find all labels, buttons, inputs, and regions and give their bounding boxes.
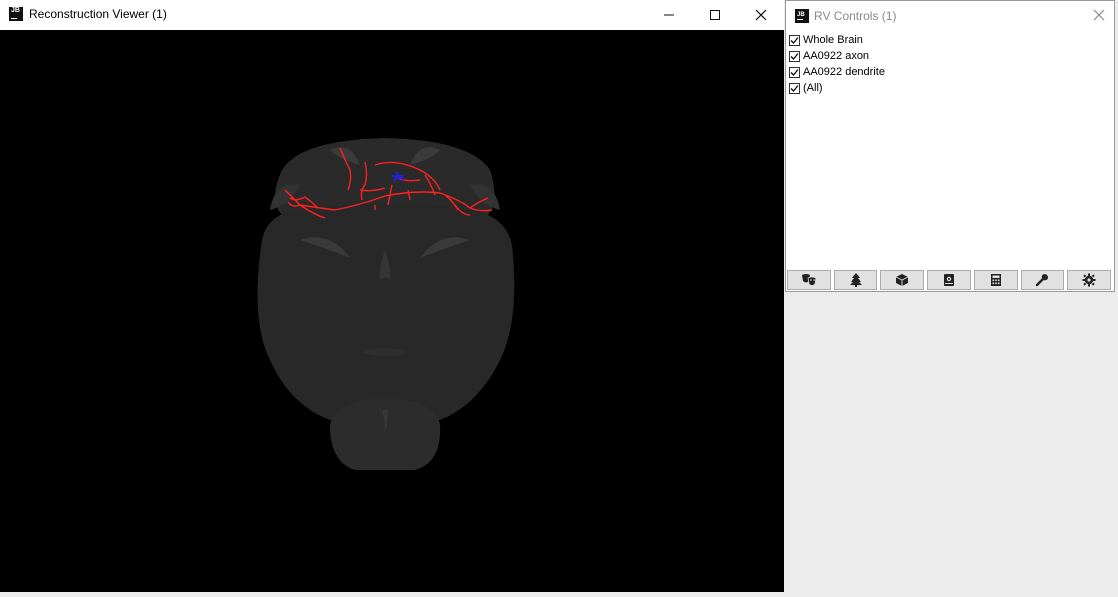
close-button[interactable] bbox=[738, 0, 784, 30]
controls-toolbar bbox=[786, 270, 1114, 292]
checkmark-icon bbox=[790, 84, 799, 92]
checkmark-icon bbox=[790, 52, 799, 60]
close-icon bbox=[755, 9, 767, 21]
tree-icon bbox=[849, 273, 862, 287]
cube-button[interactable] bbox=[880, 270, 925, 290]
cube-icon bbox=[896, 274, 909, 286]
masks-icon bbox=[801, 274, 817, 286]
book-button[interactable] bbox=[927, 270, 971, 290]
window-title: Reconstruction Viewer (1) bbox=[29, 7, 167, 21]
layer-label: (All) bbox=[803, 82, 823, 94]
tree-button[interactable] bbox=[833, 270, 878, 290]
maximize-button[interactable] bbox=[692, 0, 738, 30]
close-button[interactable] bbox=[1093, 8, 1105, 26]
layer-all[interactable]: (All) bbox=[789, 80, 885, 96]
brain-scene[interactable] bbox=[0, 30, 784, 592]
calculator-button[interactable] bbox=[973, 270, 1018, 290]
layer-whole-brain[interactable]: Whole Brain bbox=[789, 32, 885, 48]
layer-label: Whole Brain bbox=[803, 34, 863, 46]
minimize-icon bbox=[664, 14, 674, 16]
wrench-button[interactable] bbox=[1020, 270, 1065, 290]
masks-button[interactable] bbox=[787, 270, 831, 290]
minimize-button[interactable] bbox=[646, 0, 692, 30]
book-icon bbox=[944, 274, 955, 286]
wrench-icon bbox=[1036, 274, 1049, 287]
reconstruction-viewer-window: JB Reconstruction Viewer (1) bbox=[0, 0, 784, 592]
app-icon: JB bbox=[795, 9, 809, 28]
whole-brain-mesh bbox=[257, 138, 515, 470]
layer-axon[interactable]: AA0922 axon bbox=[789, 48, 885, 64]
checkmark-icon bbox=[790, 36, 799, 44]
layer-checklist: Whole Brain AA0922 axon AA0922 dendrite … bbox=[789, 32, 885, 96]
panel-title: RV Controls (1) bbox=[814, 9, 897, 23]
3d-viewport[interactable] bbox=[0, 30, 784, 592]
checkbox[interactable] bbox=[789, 66, 800, 78]
checkbox[interactable] bbox=[789, 34, 800, 46]
layer-dendrite[interactable]: AA0922 dendrite bbox=[789, 64, 885, 80]
checkbox[interactable] bbox=[789, 50, 800, 62]
layer-label: AA0922 dendrite bbox=[803, 66, 885, 78]
maximize-icon bbox=[710, 10, 720, 20]
svg-text:JB: JB bbox=[797, 12, 805, 18]
gear-icon bbox=[1082, 273, 1096, 287]
close-icon bbox=[1093, 9, 1105, 21]
title-bar[interactable]: JB Reconstruction Viewer (1) bbox=[0, 0, 784, 30]
checkbox[interactable] bbox=[789, 82, 800, 94]
settings-button[interactable] bbox=[1067, 270, 1112, 290]
checkmark-icon bbox=[790, 68, 799, 76]
rv-controls-window: JB RV Controls (1) Whole Brain AA0922 ax… bbox=[785, 0, 1115, 292]
layer-label: AA0922 axon bbox=[803, 50, 870, 62]
app-icon: JB bbox=[9, 7, 23, 21]
calculator-icon bbox=[990, 274, 1001, 286]
